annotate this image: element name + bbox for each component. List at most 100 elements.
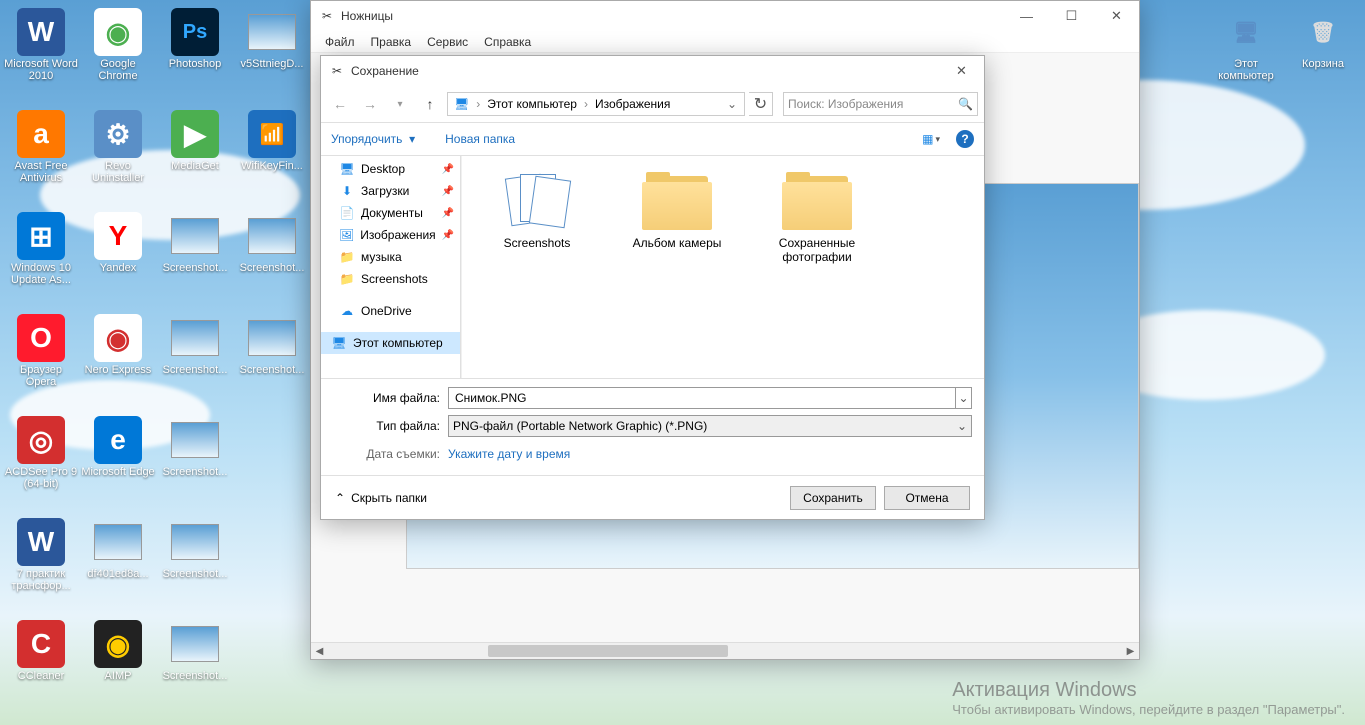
tree-label: музыка — [361, 250, 402, 264]
tree-item[interactable]: 🖼Изображения📌 — [321, 224, 460, 246]
forward-button[interactable]: → — [357, 91, 383, 117]
tree-label: Загрузки — [361, 184, 409, 198]
maximize-button[interactable]: ☐ — [1049, 2, 1094, 31]
search-icon: 🔍 — [958, 97, 973, 111]
tree-item[interactable]: 🖥Desktop📌 — [321, 158, 460, 180]
desktop-icon[interactable]: ⊞Windows 10 Update As... — [4, 208, 78, 304]
desktop-icon[interactable]: ◎ACDSee Pro 9 (64-bit) — [4, 412, 78, 508]
new-folder-button[interactable]: Новая папка — [445, 132, 515, 146]
tree-item[interactable]: 🖥Этот компьютер — [321, 332, 460, 354]
breadcrumb-pc[interactable]: Этот компьютер — [483, 93, 581, 115]
breadcrumb-pictures[interactable]: Изображения — [591, 93, 674, 115]
pc-icon[interactable]: 🖥 — [450, 93, 473, 115]
horizontal-scrollbar[interactable]: ◀ ▶ — [311, 642, 1139, 659]
menu-help[interactable]: Справка — [476, 33, 539, 51]
desktop-icon[interactable]: Screenshot... — [158, 310, 232, 406]
icon-label: Screenshot... — [163, 466, 228, 478]
desktop-icon[interactable]: ◉Google Chrome — [81, 4, 155, 100]
desktop-icon[interactable]: Screenshot... — [158, 616, 232, 712]
scroll-right-arrow[interactable]: ▶ — [1122, 643, 1139, 659]
nav-tree: 🖥Desktop📌⬇Загрузки📌📄Документы📌🖼Изображен… — [321, 156, 461, 378]
filename-input[interactable] — [448, 387, 956, 409]
tree-item[interactable]: 📁Screenshots — [321, 268, 460, 290]
menu-edit[interactable]: Правка — [363, 33, 420, 51]
recent-dropdown[interactable]: ▾ — [387, 91, 413, 117]
scissors-icon: ✂ — [319, 8, 335, 24]
app-icon — [248, 212, 296, 260]
desktop-icon[interactable]: 📶WifiKeyFin... — [235, 106, 309, 202]
icon-label: Microsoft Word 2010 — [4, 58, 78, 82]
date-link[interactable]: Укажите дату и время — [448, 447, 570, 461]
app-icon: ◎ — [17, 416, 65, 464]
desktop-icon[interactable]: ▶MediaGet — [158, 106, 232, 202]
tree-item[interactable]: 📁музыка — [321, 246, 460, 268]
up-button[interactable]: ↑ — [417, 91, 443, 117]
save-close-button[interactable]: ✕ — [939, 57, 984, 86]
folder-item[interactable]: Screenshots — [482, 172, 592, 250]
save-titlebar[interactable]: ✂ Сохранение ✕ — [321, 56, 984, 86]
desktop-icon[interactable]: W7 практик трансфор... — [4, 514, 78, 610]
icon-label: MediaGet — [171, 160, 219, 172]
tree-item[interactable]: ☁OneDrive — [321, 300, 460, 322]
desktop-icon[interactable]: CCCleaner — [4, 616, 78, 712]
pin-icon: 📌 — [442, 230, 454, 241]
close-button[interactable]: ✕ — [1094, 2, 1139, 31]
folder-item[interactable]: Сохраненные фотографии — [762, 172, 872, 264]
desktop-icon[interactable]: 🗑Корзина — [1286, 4, 1360, 100]
help-button[interactable]: ? — [956, 130, 974, 148]
app-icon: 🗑 — [1299, 8, 1347, 56]
chevron-right-icon[interactable]: › — [473, 97, 483, 111]
search-input[interactable]: Поиск: Изображения 🔍 — [783, 92, 978, 116]
desktop-icon[interactable]: ◉AIMP — [81, 616, 155, 712]
app-icon: 🖥 — [1222, 8, 1270, 56]
tree-item[interactable]: ⬇Загрузки📌 — [321, 180, 460, 202]
pin-icon: 📌 — [442, 186, 454, 197]
app-icon — [171, 620, 219, 668]
scroll-thumb[interactable] — [488, 645, 728, 657]
desktop-icon[interactable]: Screenshot... — [158, 208, 232, 304]
desktop-icon[interactable]: aAvast Free Antivirus — [4, 106, 78, 202]
menu-service[interactable]: Сервис — [419, 33, 476, 51]
desktop-icon[interactable]: ◉Nero Express — [81, 310, 155, 406]
save-dialog: ✂ Сохранение ✕ ← → ▾ ↑ 🖥 › Этот компьюте… — [320, 55, 985, 520]
tree-label: Этот компьютер — [353, 336, 443, 350]
chevron-right-icon[interactable]: › — [581, 97, 591, 111]
desktop-icon[interactable]: 🖥Этот компьютер — [1209, 4, 1283, 100]
desktop-icon[interactable]: OБраузер Opera — [4, 310, 78, 406]
desktop-icon[interactable]: PsPhotoshop — [158, 4, 232, 100]
menu-file[interactable]: Файл — [317, 33, 363, 51]
scroll-left-arrow[interactable]: ◀ — [311, 643, 328, 659]
desktop-icon[interactable]: WMicrosoft Word 2010 — [4, 4, 78, 100]
desktop-icon[interactable]: eMicrosoft Edge — [81, 412, 155, 508]
folder-view[interactable]: Screenshots Альбом камеры Сохраненные фото… — [461, 156, 984, 378]
view-button[interactable]: ▦ ▾ — [922, 132, 940, 146]
icon-label: df401ed8a... — [87, 568, 148, 580]
filename-label: Имя файла: — [333, 391, 448, 405]
back-button[interactable]: ← — [327, 91, 353, 117]
address-bar[interactable]: 🖥 › Этот компьютер › Изображения ⌄ — [447, 92, 745, 116]
icon-label: Revo Uninstaller — [81, 160, 155, 184]
desktop-icon[interactable]: df401ed8a... — [81, 514, 155, 610]
filetype-select[interactable]: PNG-файл (Portable Network Graphic) (*.P… — [448, 415, 972, 437]
refresh-button[interactable]: ↻ — [749, 92, 773, 116]
hide-folders-button[interactable]: ⌃ Скрыть папки — [335, 491, 427, 505]
desktop-icon[interactable]: Screenshot... — [158, 412, 232, 508]
titlebar[interactable]: ✂ Ножницы — ☐ ✕ — [311, 1, 1139, 31]
desktop-icon[interactable]: Screenshot... — [235, 208, 309, 304]
desktop-icon[interactable]: ⚙Revo Uninstaller — [81, 106, 155, 202]
folder-icon: 📁 — [339, 272, 355, 286]
cancel-button[interactable]: Отмена — [884, 486, 970, 510]
folder-item[interactable]: Альбом камеры — [622, 172, 732, 250]
minimize-button[interactable]: — — [1004, 2, 1049, 31]
filename-dropdown[interactable]: ⌄ — [956, 387, 972, 409]
desktop-icon[interactable]: YYandex — [81, 208, 155, 304]
address-dropdown[interactable]: ⌄ — [722, 97, 742, 111]
desktop-icon[interactable]: v5SttniegD... — [235, 4, 309, 100]
desktop-icon[interactable]: Screenshot... — [235, 310, 309, 406]
desktop-icon[interactable]: Screenshot... — [158, 514, 232, 610]
save-button[interactable]: Сохранить — [790, 486, 876, 510]
tree-label: Изображения — [360, 228, 435, 242]
tree-item[interactable]: 📄Документы📌 — [321, 202, 460, 224]
organize-button[interactable]: Упорядочить ▾ — [331, 132, 415, 146]
scissors-icon: ✂ — [329, 63, 345, 79]
